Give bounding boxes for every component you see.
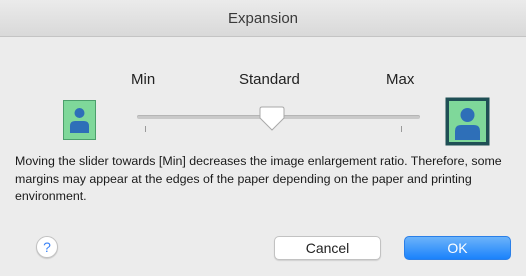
max-label: Max — [386, 71, 415, 88]
ok-button[interactable]: OK — [404, 236, 511, 260]
person-small-icon — [63, 100, 96, 140]
title-bar: Expansion — [0, 0, 526, 37]
min-label: Min — [131, 71, 156, 88]
cancel-button[interactable]: Cancel — [274, 236, 381, 260]
person-large-icon — [445, 97, 490, 146]
slider-tick-min — [145, 126, 146, 132]
standard-label: Standard — [239, 71, 300, 88]
description-text: Moving the slider towards [Min] decrease… — [15, 154, 502, 203]
help-button[interactable]: ? — [36, 236, 58, 258]
window-title: Expansion — [227, 10, 299, 27]
expansion-slider-thumb[interactable] — [259, 105, 285, 132]
slider-tick-max — [401, 126, 402, 132]
